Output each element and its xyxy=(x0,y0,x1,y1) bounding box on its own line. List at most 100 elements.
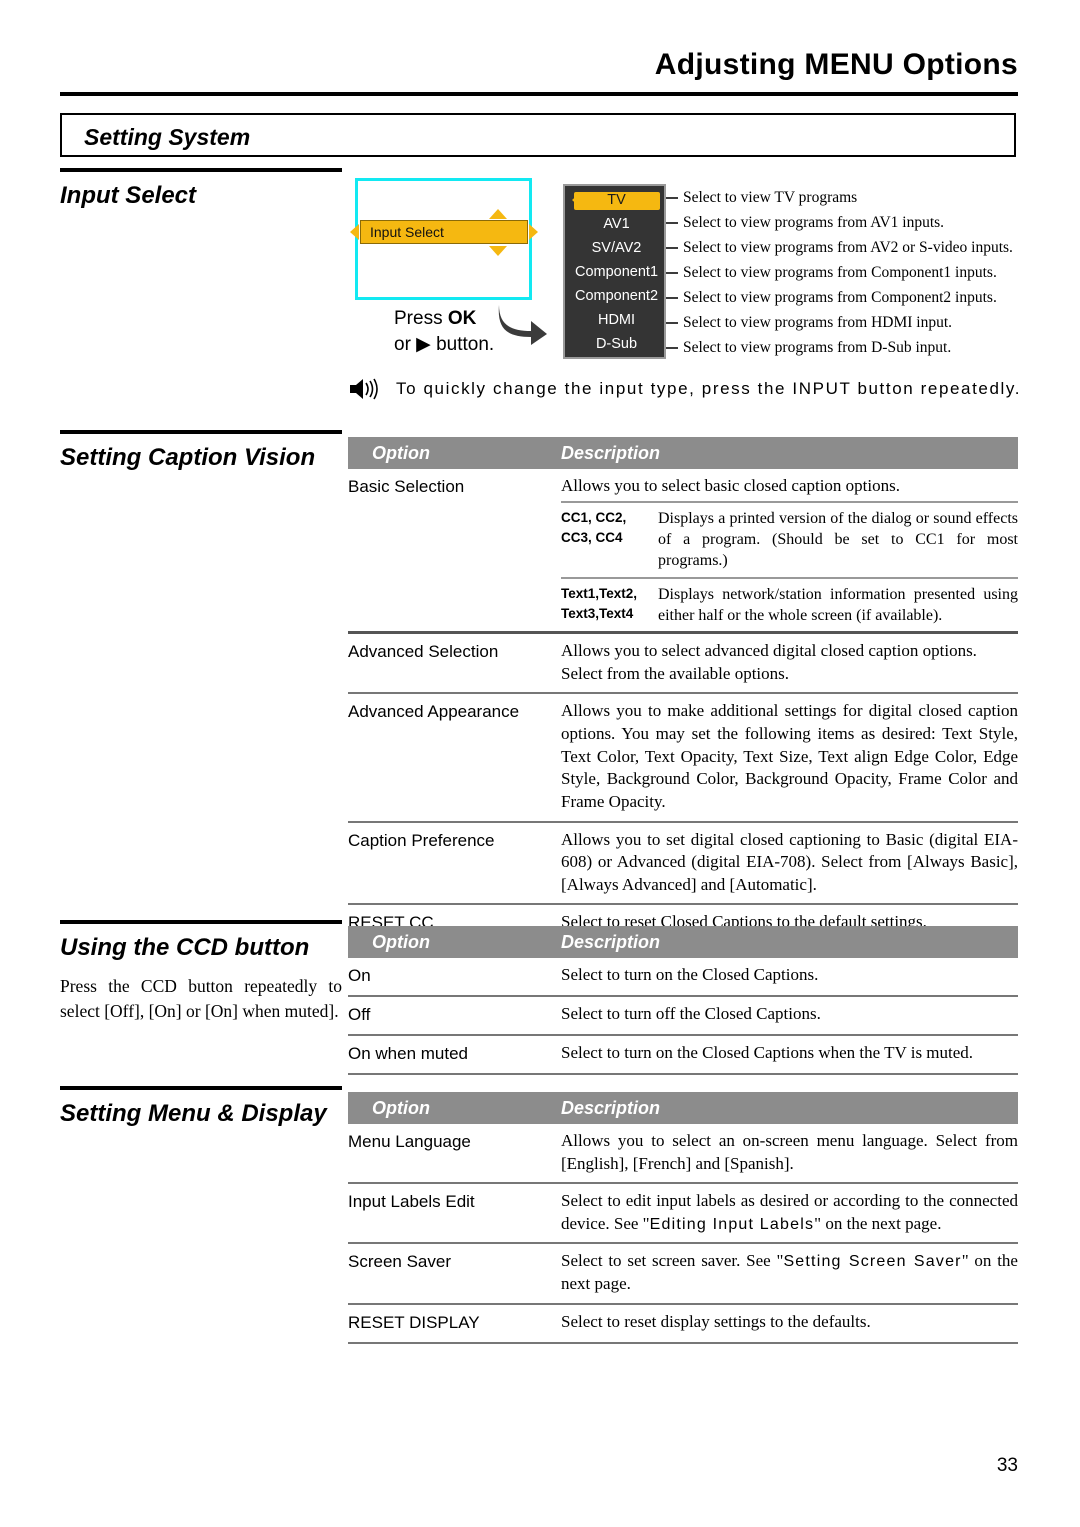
osd-menu-item-label: Input Select xyxy=(370,224,444,240)
section-ccd-button: Using the CCD button Press the CCD butto… xyxy=(60,920,342,1024)
press-ok-line2: or ▶ button. xyxy=(394,333,495,355)
section-caption-vision: Setting Caption Vision xyxy=(60,430,342,472)
row-option: On when muted xyxy=(348,1043,469,1063)
column-header-option: Option xyxy=(372,1097,430,1118)
row-description-reference: Editing Input Labels xyxy=(649,1215,815,1233)
osd-arrow-up-icon xyxy=(489,209,507,219)
row-option: RESET DISPLAY xyxy=(348,1312,480,1332)
subrow-label: CC1, CC2, CC3, CC4 xyxy=(561,508,658,572)
row-option: Basic Selection xyxy=(348,477,465,496)
row-option: Screen Saver xyxy=(348,1252,451,1272)
input-description-0: Select to view TV programs xyxy=(683,189,858,206)
row-option: Off xyxy=(348,1004,371,1024)
osd-arrow-down-icon xyxy=(489,246,507,256)
table-header-row: Option Description xyxy=(348,437,1018,469)
row-description: Allows you to make additional settings f… xyxy=(561,701,1018,811)
row-option: Caption Preference xyxy=(348,830,495,850)
leader-line-3 xyxy=(666,272,678,274)
table-row: Screen Saver Select to set screen saver.… xyxy=(348,1244,1018,1305)
row-description: Allows you to select an on-screen menu l… xyxy=(561,1131,1018,1173)
row-description-part1: Select to set screen saver. See " xyxy=(561,1251,784,1271)
column-header-description: Description xyxy=(561,1097,661,1118)
leader-line-5 xyxy=(666,322,678,324)
section-title-input-select: Input Select xyxy=(60,182,197,209)
section-title-menu-display: Setting Menu & Display xyxy=(60,1100,327,1127)
column-header-option: Option xyxy=(372,442,430,463)
press-ok-line1-bold: OK xyxy=(447,308,477,329)
input-description-1: Select to view programs from AV1 inputs. xyxy=(683,214,945,231)
input-list-item-3[interactable]: Component1 xyxy=(565,260,668,285)
leader-line-4 xyxy=(666,297,678,299)
input-description-4: Select to view programs from Component2 … xyxy=(683,289,997,306)
row-description: Select to turn on the Closed Captions wh… xyxy=(561,1042,974,1062)
section-input-select: Input Select xyxy=(60,168,342,210)
table-row: Caption Preference Allows you to set dig… xyxy=(348,823,1018,906)
subrow-label-line1: CC1, CC2, xyxy=(561,509,627,525)
speaker-icon xyxy=(350,378,378,400)
section-title-caption-vision: Setting Caption Vision xyxy=(60,444,316,471)
row-description: Select to turn on the Closed Captions. xyxy=(561,965,819,984)
section-rule xyxy=(60,168,342,172)
input-select-note-text: To quickly change the input type, press … xyxy=(396,379,1022,398)
banner-label: Setting System xyxy=(84,124,251,150)
table-row: RESET DISPLAY Select to reset display se… xyxy=(348,1305,1018,1344)
row-option: Advanced Selection xyxy=(348,642,499,662)
setting-system-banner: Setting System xyxy=(60,113,1016,157)
row-description: Allows you to set digital closed caption… xyxy=(561,829,1018,894)
osd-menu-highlight-bar: Input Select xyxy=(360,220,528,244)
row-option: On xyxy=(348,966,371,985)
input-list-item-4[interactable]: Component2 xyxy=(565,284,668,309)
row-description-part2: " on the next page. xyxy=(814,1213,942,1233)
subrow-label-line2: Text3,Text4 xyxy=(561,605,634,621)
input-list-item-5[interactable]: HDMI xyxy=(565,308,668,333)
row-option: Advanced Appearance xyxy=(348,702,520,722)
input-description-6: Select to view programs from D-Sub input… xyxy=(683,339,952,356)
page-header-title: Adjusting MENU Options xyxy=(654,48,1018,81)
table-menu-display: Option Description Menu Language Allows … xyxy=(348,1092,1018,1344)
row-option: Input Labels Edit xyxy=(348,1192,475,1212)
leader-line-2 xyxy=(666,247,678,249)
input-list-item-0[interactable]: TV xyxy=(565,188,668,213)
column-header-option: Option xyxy=(372,931,430,952)
table-row: Input Labels Edit Select to edit input l… xyxy=(348,1184,1018,1245)
table-row: Off Select to turn off the Closed Captio… xyxy=(348,997,1018,1036)
manual-page: Adjusting MENU Options Setting System In… xyxy=(0,0,1080,1527)
table-row: On when muted Select to turn on the Clos… xyxy=(348,1036,1018,1075)
curved-arrow-icon xyxy=(498,305,547,345)
input-description-2: Select to view programs from AV2 or S-vi… xyxy=(683,239,1013,256)
ccd-button-body-text: Press the CCD button repeatedly to selec… xyxy=(60,976,342,1021)
osd-input-list-panel: TV AV1 SV/AV2 Component1 Component2 HDMI… xyxy=(563,184,666,359)
row-description: Select to set screen saver. See "Setting… xyxy=(561,1250,1018,1295)
input-description-5: Select to view programs from HDMI input. xyxy=(683,314,953,331)
subrow-text: Displays network/station information pre… xyxy=(658,585,1018,624)
press-ok-line1-pre: Press xyxy=(394,308,448,329)
input-list-item-6[interactable]: D-Sub xyxy=(565,332,668,357)
input-list-item-2[interactable]: SV/AV2 xyxy=(565,236,668,261)
row-description: Select to turn off the Closed Captions. xyxy=(561,1003,821,1023)
section-title-ccd-button: Using the CCD button xyxy=(60,934,310,961)
input-list-item-1[interactable]: AV1 xyxy=(565,212,668,237)
table-row: On Select to turn on the Closed Captions… xyxy=(348,958,1018,997)
table-row: Menu Language Allows you to select an on… xyxy=(348,1124,1018,1185)
subrow-label: Text1,Text2, Text3,Text4 xyxy=(561,584,658,627)
section-rule xyxy=(60,920,342,924)
leader-line-1 xyxy=(666,222,678,224)
osd-arrow-right-icon xyxy=(529,224,538,240)
osd-arrow-left-icon xyxy=(350,224,359,240)
leader-line-6 xyxy=(666,347,678,349)
subrow-label-line2: CC3, CC4 xyxy=(561,530,623,546)
section-rule xyxy=(60,430,342,434)
section-rule xyxy=(60,1086,342,1090)
row-option: Menu Language xyxy=(348,1132,471,1151)
table-subrow: CC1, CC2, CC3, CC4 Displays a printed ve… xyxy=(561,500,1018,577)
table-caption-vision: Option Description Basic Selection Allow… xyxy=(348,437,1018,945)
subrow-label-line1: Text1,Text2, xyxy=(561,585,638,601)
input-description-3: Select to view programs from Component1 … xyxy=(683,264,997,281)
row-description: Select to reset display settings to the … xyxy=(561,1311,871,1331)
section-menu-display: Setting Menu & Display xyxy=(60,1086,342,1128)
row-description: Select to edit input labels as desired o… xyxy=(561,1190,1018,1235)
press-ok-instruction: Press OK or ▶ button. xyxy=(394,306,494,357)
row-description: Allows you to select advanced digital cl… xyxy=(561,641,977,683)
table-ccd-button: Option Description On Select to turn on … xyxy=(348,926,1018,1075)
input-list-item-label: TV xyxy=(607,192,626,208)
